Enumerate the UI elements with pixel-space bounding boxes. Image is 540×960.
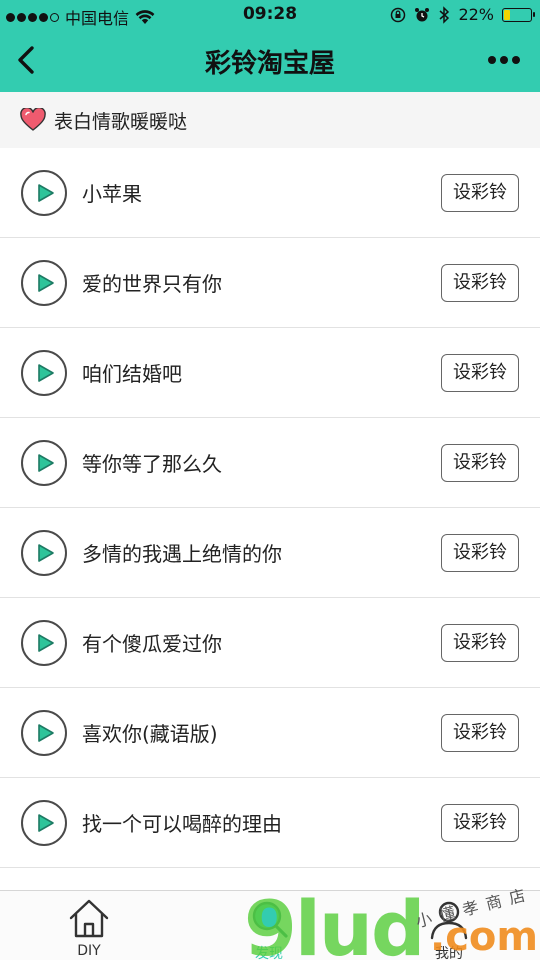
top-bar: 中国电信 09:28 22% 彩铃淘宝屋 (0, 0, 540, 92)
discover-icon (252, 901, 288, 938)
battery-percent: 22% (458, 5, 494, 24)
set-ringtone-button[interactable]: 设彩铃 (441, 624, 519, 662)
tab-discover[interactable]: 发现 (214, 891, 324, 960)
home-icon (69, 899, 109, 938)
song-row[interactable]: 有个傻瓜爱过你 设彩铃 (0, 598, 540, 688)
more-dots-icon (488, 56, 496, 64)
song-row[interactable]: 等你等了那么久 设彩铃 (0, 418, 540, 508)
song-title: 找一个可以喝醉的理由 (82, 812, 282, 836)
set-ringtone-button[interactable]: 设彩铃 (441, 534, 519, 572)
battery-icon (502, 7, 535, 22)
battery-fill (504, 9, 510, 20)
status-right: 22% (390, 5, 535, 24)
tab-mine[interactable]: 我的 (394, 891, 504, 960)
song-row[interactable]: 咱们结婚吧 设彩铃 (0, 328, 540, 418)
user-icon (430, 901, 468, 940)
set-ringtone-button[interactable]: 设彩铃 (441, 354, 519, 392)
alarm-icon (415, 7, 430, 21)
play-icon (38, 454, 54, 472)
song-row[interactable]: 小苹果 设彩铃 (0, 148, 540, 238)
category-label: 表白情歌暖暖哒 (54, 110, 188, 133)
tab-discover-label: 发现 (255, 946, 283, 960)
play-icon (38, 544, 54, 562)
play-button[interactable] (21, 350, 67, 396)
song-list: 小苹果 设彩铃 爱的世界只有你 设彩铃 咱们结婚吧 设彩铃 等你等了那么久 设彩铃 多情的我遇上… (0, 148, 540, 890)
play-button[interactable] (21, 620, 67, 666)
play-icon (38, 184, 54, 202)
set-ringtone-button[interactable]: 设彩铃 (441, 174, 519, 212)
status-bar: 中国电信 09:28 22% (0, 0, 540, 30)
tab-diy-label: DIY (77, 943, 101, 959)
play-icon (38, 724, 54, 742)
play-icon (38, 274, 54, 292)
play-button[interactable] (21, 530, 67, 576)
play-button[interactable] (21, 170, 67, 216)
song-row[interactable]: 喜欢你(藏语版) 设彩铃 (0, 688, 540, 778)
tab-mine-label: 我的 (435, 946, 463, 960)
play-button[interactable] (21, 440, 67, 486)
song-row[interactable]: 找一个可以喝醉的理由 设彩铃 (0, 778, 540, 868)
category-header: 表白情歌暖暖哒 (0, 92, 540, 148)
song-title: 多情的我遇上绝情的你 (82, 542, 282, 566)
set-ringtone-button[interactable]: 设彩铃 (441, 264, 519, 302)
play-button[interactable] (21, 710, 67, 756)
heart-icon (20, 108, 46, 131)
song-row[interactable]: 爱的世界只有你 设彩铃 (0, 238, 540, 328)
song-row[interactable]: 设彩铃 (0, 868, 540, 890)
play-icon (38, 634, 54, 652)
song-title: 小苹果 (82, 182, 142, 206)
page-title: 彩铃淘宝屋 (204, 49, 335, 79)
set-ringtone-button[interactable]: 设彩铃 (441, 714, 519, 752)
play-icon (38, 814, 54, 832)
song-title: 有个傻瓜爱过你 (82, 632, 222, 656)
set-ringtone-button[interactable]: 设彩铃 (441, 444, 519, 482)
bluetooth-icon (439, 5, 450, 24)
song-row[interactable]: 多情的我遇上绝情的你 设彩铃 (0, 508, 540, 598)
play-button[interactable] (21, 800, 67, 846)
play-icon (38, 364, 54, 382)
tab-bar: DIY 发现 我的 (0, 890, 540, 960)
more-button[interactable] (488, 50, 522, 70)
rotation-lock-icon (391, 7, 406, 22)
tab-diy[interactable]: DIY (34, 891, 144, 960)
song-title: 爱的世界只有你 (82, 272, 222, 296)
play-button[interactable] (21, 260, 67, 306)
song-title: 咱们结婚吧 (82, 362, 182, 386)
set-ringtone-button[interactable]: 设彩铃 (441, 804, 519, 842)
song-title: 喜欢你(藏语版) (82, 722, 218, 746)
nav-header: 彩铃淘宝屋 (0, 30, 540, 92)
song-title: 等你等了那么久 (82, 452, 222, 476)
